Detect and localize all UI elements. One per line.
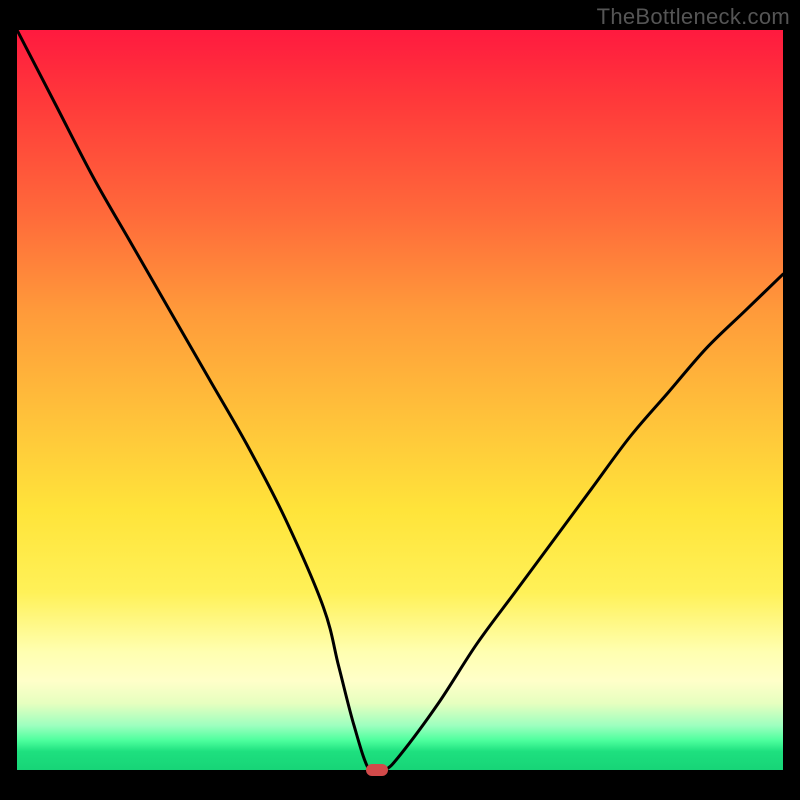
watermark-text: TheBottleneck.com bbox=[597, 4, 790, 30]
plot-area bbox=[17, 30, 783, 770]
chart-frame: TheBottleneck.com bbox=[0, 0, 800, 800]
bottleneck-curve bbox=[17, 30, 783, 770]
optimal-marker bbox=[366, 764, 388, 776]
curve-svg bbox=[17, 30, 783, 770]
